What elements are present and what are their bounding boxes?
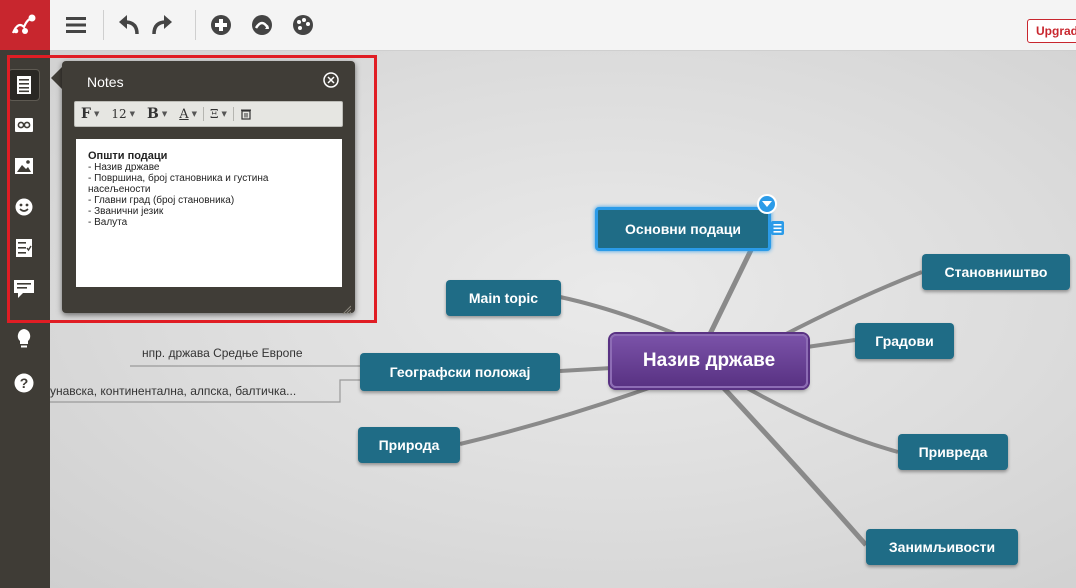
- notes-heading: Општи подаци: [88, 150, 168, 162]
- font-family-dropdown[interactable]: F ▼: [75, 106, 105, 122]
- caret-down-icon: ▼: [93, 110, 100, 118]
- topic-priroda[interactable]: Природа: [358, 427, 460, 463]
- note-indicator-icon: [771, 221, 784, 235]
- notes-panel-pointer: [51, 67, 62, 89]
- note-indicator[interactable]: [770, 220, 786, 236]
- text-color-dropdown[interactable]: A ▼: [173, 107, 203, 122]
- trash-icon: [240, 109, 251, 120]
- notes-line: - Назив државе: [88, 162, 160, 173]
- link-gradovi: [799, 338, 856, 350]
- notes-editor[interactable]: Општи подаци - Назив државе - Површина, …: [76, 139, 342, 287]
- font-size-dropdown[interactable]: 12 ▼: [105, 107, 141, 121]
- list-label: Ξ: [210, 107, 219, 121]
- notes-line: насељености: [88, 184, 151, 195]
- link-zanimljivosti: [718, 382, 868, 547]
- topic-zanimljivosti[interactable]: Занимљивости: [866, 529, 1018, 565]
- link-priroda: [459, 382, 661, 446]
- caret-down-icon: ▼: [221, 110, 227, 118]
- notes-close-button[interactable]: [323, 72, 339, 88]
- link-privreda: [739, 382, 899, 454]
- notes-resize-handle[interactable]: [341, 299, 352, 315]
- topic-stanovnistvo[interactable]: Становништво: [922, 254, 1070, 290]
- topic-geografski-polozaj[interactable]: Географски положај: [360, 353, 560, 391]
- bold-dropdown[interactable]: B ▼: [141, 106, 173, 122]
- link-geografski: [559, 366, 613, 373]
- clear-format-button[interactable]: [234, 108, 258, 120]
- caret-down-icon: ▼: [129, 110, 136, 118]
- topic-osnovni-podaci[interactable]: Основни подаци: [595, 207, 771, 251]
- collapse-toggle[interactable]: [757, 194, 777, 214]
- chevron-down-icon: [762, 201, 772, 207]
- notes-line: - Површина, број становника и густина: [88, 173, 269, 184]
- text-color-label: A: [179, 106, 189, 122]
- topic-privreda[interactable]: Привреда: [898, 434, 1008, 470]
- resize-grip-icon: [342, 305, 352, 315]
- topic-main-topic[interactable]: Main topic: [446, 280, 561, 316]
- notes-panel-title: Notes: [87, 74, 124, 90]
- font-family-label: F: [81, 106, 91, 122]
- subtopic-leaf-2[interactable]: унавска, континентална, алпска, балтичка…: [50, 384, 296, 398]
- font-size-label: 12: [111, 107, 127, 121]
- central-topic[interactable]: Назив државе: [610, 334, 808, 388]
- notes-line: - Главни град (број становника): [88, 195, 235, 206]
- caret-down-icon: ▼: [161, 110, 168, 118]
- notes-panel: Notes F ▼ 12 ▼ B ▼ A ▼ Ξ ▼ Општи подаци …: [62, 61, 355, 315]
- notes-line: - Званични језик: [88, 206, 164, 217]
- subtopic-leaf-1[interactable]: нпр. држава Средње Европе: [142, 346, 303, 360]
- close-circle-icon: [323, 72, 339, 88]
- notes-line: - Валута: [88, 217, 128, 228]
- link-osnovni: [707, 246, 755, 336]
- topic-gradovi[interactable]: Градови: [855, 323, 954, 359]
- caret-down-icon: ▼: [191, 110, 198, 118]
- notes-format-toolbar: F ▼ 12 ▼ B ▼ A ▼ Ξ ▼: [74, 101, 343, 127]
- list-dropdown[interactable]: Ξ ▼: [204, 107, 233, 121]
- bold-label: B: [147, 106, 159, 122]
